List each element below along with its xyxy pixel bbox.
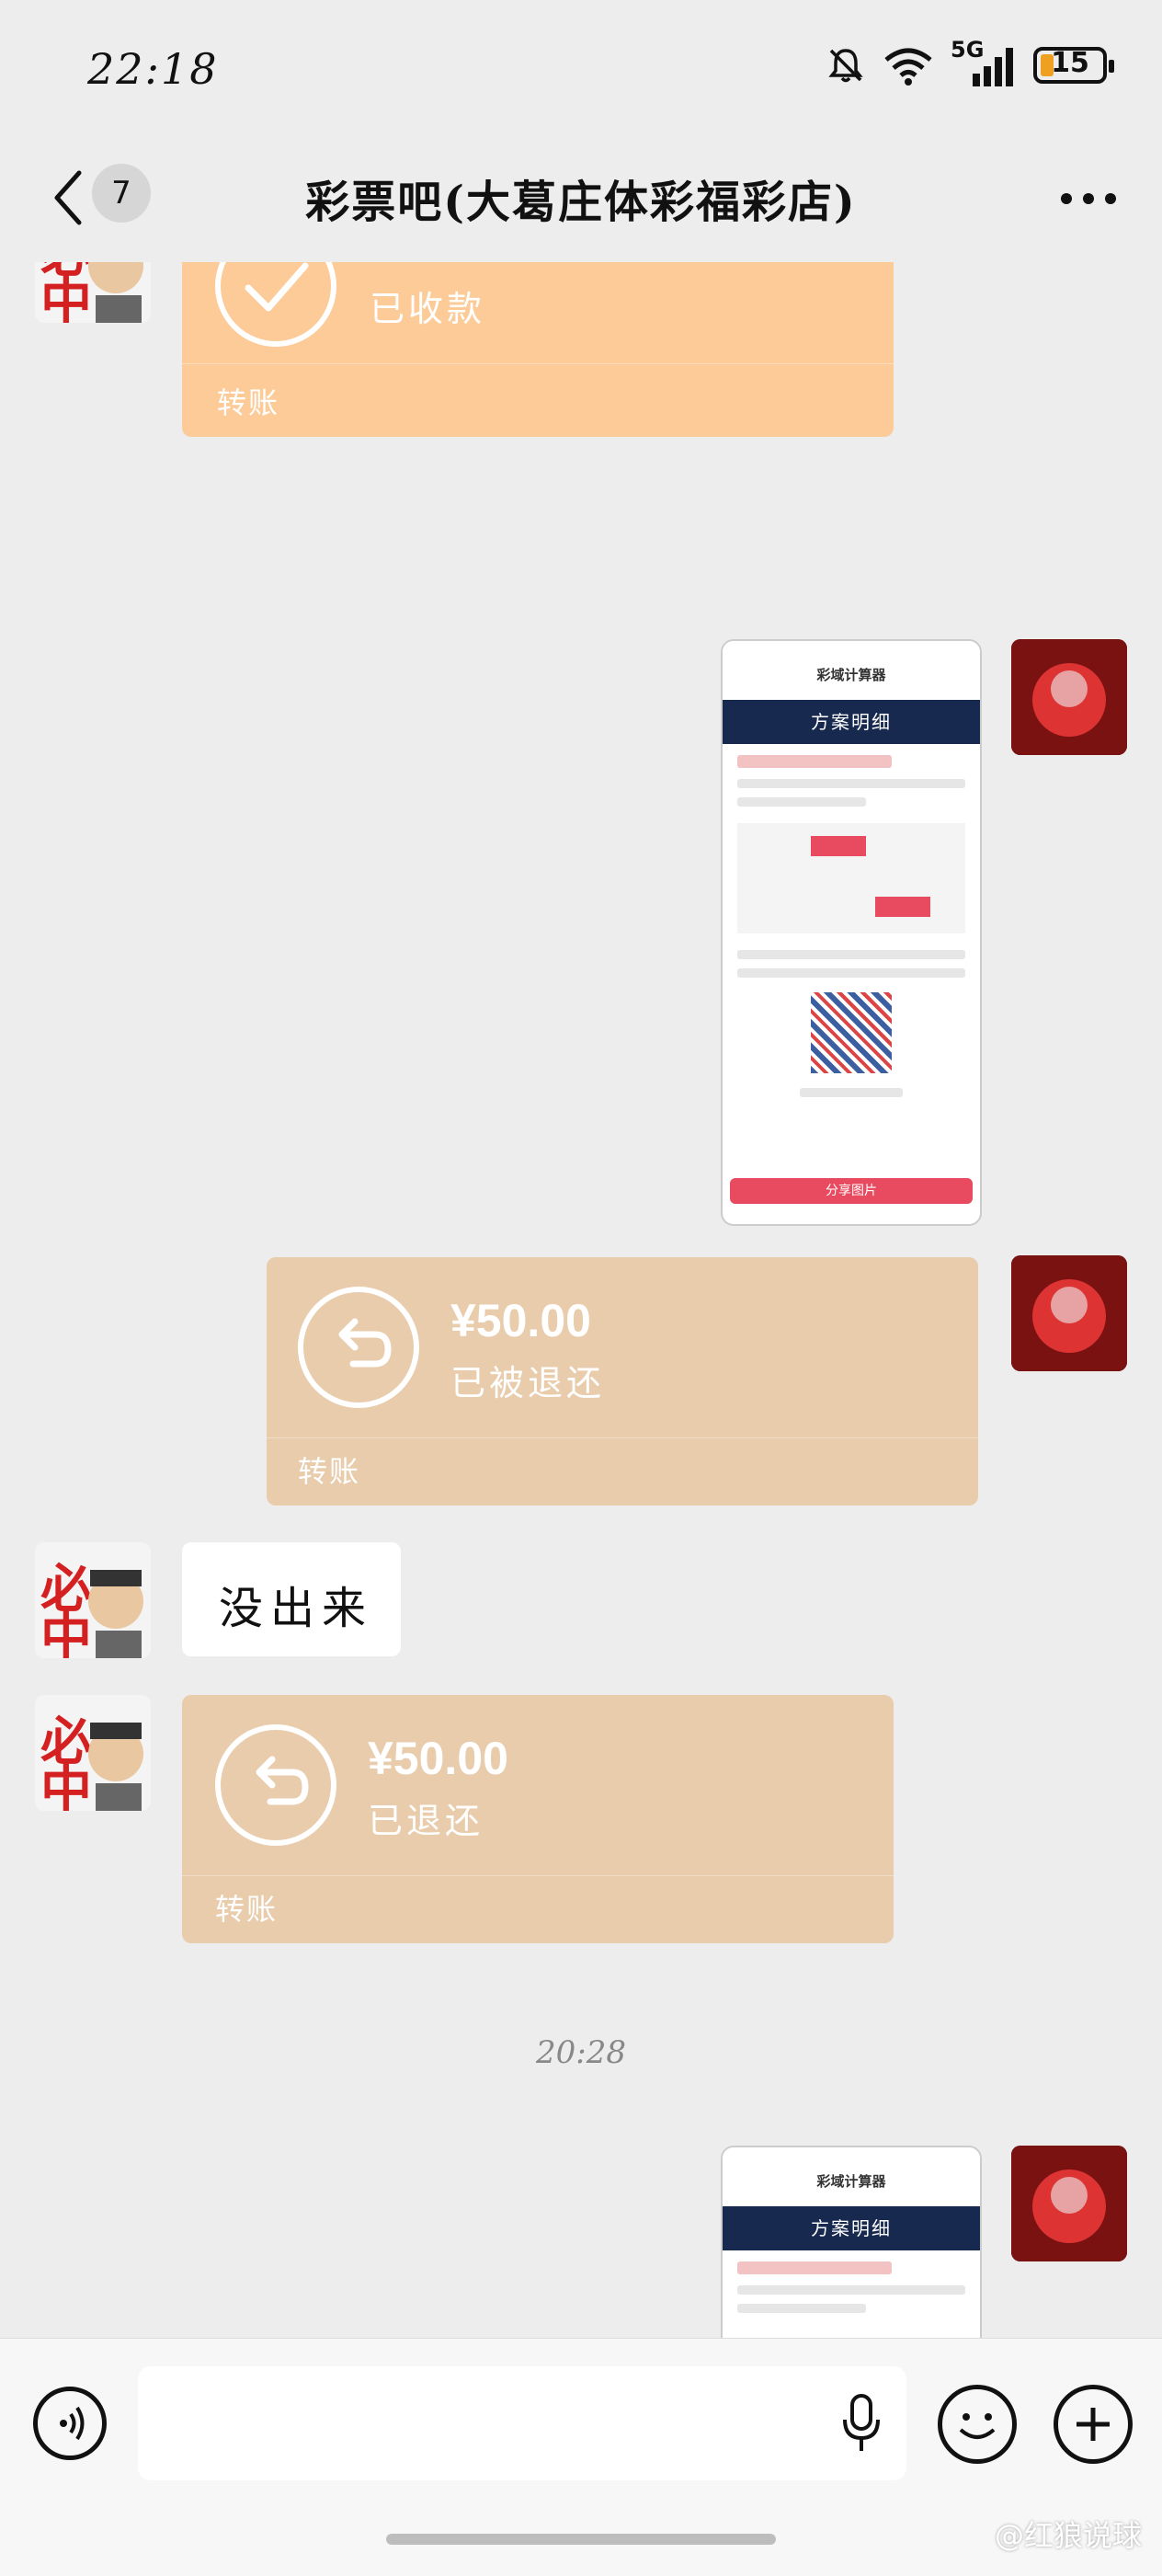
image-message[interactable]: 彩域计算器 方案明细 [721,2146,982,2338]
qr-code [811,992,892,1073]
avatar-image: 必 中 [40,262,143,323]
text-message: 没出来 [219,1583,374,1634]
message-list[interactable]: 必 中 ¥50.00 已收款 转账 彩域计算器 方案明细 分享图片 [0,262,1162,2338]
text-message-bubble[interactable]: 没出来 [182,1542,401,1656]
plus-icon[interactable] [1054,2385,1133,2464]
wifi-icon [884,48,932,86]
signal-icon: 5G [951,37,1017,86]
return-arrow-icon [298,1287,419,1408]
avatar[interactable]: 必 中 [35,1695,151,1811]
more-icon[interactable] [1052,166,1125,230]
thumb-nav-title: 方案明细 [723,2206,980,2250]
home-indicator[interactable] [386,2534,776,2545]
transfer-label: 转账 [215,1892,279,1927]
chat-title: 彩票吧(大葛庄体彩福彩店) [305,177,857,228]
avatar[interactable]: 必 中 [35,262,151,323]
back-icon[interactable] [46,166,92,230]
transfer-status: 已收款 [370,289,486,329]
transfer-amount: ¥50.00 [370,262,510,271]
message-input[interactable] [138,2366,906,2480]
avatar-image: 必 中 [40,1712,143,1811]
transfer-amount: ¥50.00 [450,1295,591,1346]
thumb-nav-title: 方案明细 [723,700,980,744]
thumb-app-title: 彩域计算器 [816,2173,886,2190]
svg-text:中: 中 [40,272,92,323]
transfer-label: 转账 [298,1454,361,1489]
thumb-share-button: 分享图片 [730,1178,973,1204]
avatar[interactable] [1011,2146,1127,2261]
watermark: @红狼说球 [994,2518,1142,2553]
avatar[interactable] [1011,639,1127,755]
avatar[interactable] [1011,1255,1127,1371]
transfer-card[interactable]: ¥50.00 已退还 转账 [182,1695,894,1943]
avatar-image: 必 中 [40,1560,143,1658]
timestamp: 20:28 [536,2034,626,2071]
transfer-label: 转账 [217,385,280,420]
microphone-icon[interactable] [838,2392,884,2456]
status-time: 22:18 [87,44,219,94]
transfer-card[interactable]: ¥50.00 已被退还 转账 [267,1257,978,1506]
transfer-amount: ¥50.00 [368,1733,508,1784]
thumb-app-title: 彩域计算器 [816,667,886,683]
avatar-image [1011,2146,1127,2261]
emoji-icon[interactable] [938,2385,1017,2464]
transfer-status: 已退还 [368,1801,484,1841]
svg-text:中: 中 [40,1608,92,1658]
return-arrow-icon [215,1724,336,1846]
transfer-status: 已被退还 [450,1363,606,1403]
avatar[interactable]: 必 中 [35,1542,151,1658]
unread-badge[interactable]: 7 [92,164,151,223]
svg-text:中: 中 [40,1760,92,1811]
status-icons: 5G 15 [826,37,1114,86]
voice-icon[interactable] [33,2387,107,2460]
network-type: 5G [951,37,985,63]
chat-header: 7 彩票吧(大葛庄体彩福彩店) [0,138,1162,258]
battery-icon: 15 [1033,47,1114,84]
image-message[interactable]: 彩域计算器 方案明细 分享图片 [721,639,982,1226]
avatar-image [1011,639,1127,755]
check-icon [215,262,336,347]
transfer-card[interactable]: ¥50.00 已收款 转账 [182,262,894,437]
mute-icon [828,49,863,83]
battery-level: 15 [1051,47,1089,79]
avatar-image [1011,1255,1127,1371]
